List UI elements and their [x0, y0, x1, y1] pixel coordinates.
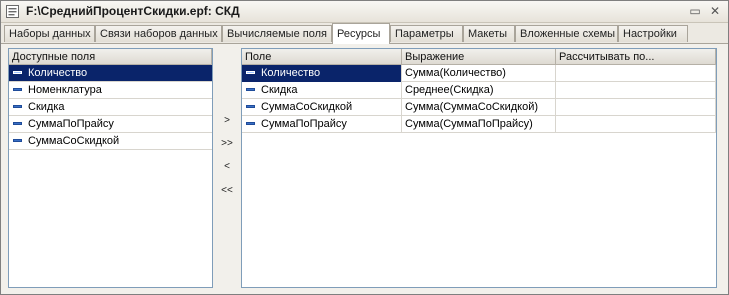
expression-cell[interactable]: Сумма(СуммаПоПрайсу) [402, 116, 556, 133]
available-field-row[interactable]: Номенклатура [9, 82, 212, 99]
field-cell[interactable]: Количество [242, 65, 402, 82]
column-header-field[interactable]: Поле [242, 49, 402, 65]
available-field-row[interactable]: СуммаПоПрайсу [9, 116, 212, 133]
available-field-label: Номенклатура [28, 84, 102, 96]
table-row[interactable]: Скидка Среднее(Скидка) [242, 82, 716, 99]
add-field-button[interactable]: > [219, 114, 235, 128]
available-fields-list[interactable]: Доступные поля Количество Номенклатура С… [8, 48, 213, 288]
title-bar: F:\СреднийПроцентСкидки.epf: СКД ▭ ✕ [1, 1, 728, 23]
column-header-expression[interactable]: Выражение [402, 49, 556, 65]
tab-nested-schemas[interactable]: Вложенные схемы [515, 25, 618, 42]
tab-resources[interactable]: Ресурсы [332, 23, 390, 44]
field-icon [13, 87, 22, 91]
window: F:\СреднийПроцентСкидки.epf: СКД ▭ ✕ Наб… [0, 0, 729, 295]
available-field-label: СуммаПоПрайсу [28, 118, 114, 130]
table-row[interactable]: СуммаСоСкидкой Сумма(СуммаСоСкидкой) [242, 99, 716, 116]
tab-data-set-links[interactable]: Связи наборов данных [95, 25, 222, 42]
close-icon[interactable]: ✕ [707, 4, 723, 18]
available-field-label: Скидка [28, 101, 65, 113]
available-field-label: Количество [28, 67, 88, 79]
field-icon [13, 70, 22, 74]
field-cell[interactable]: СуммаСоСкидкой [242, 99, 402, 116]
field-name: СуммаСоСкидкой [261, 101, 353, 113]
add-all-fields-button[interactable]: >> [219, 137, 235, 151]
calculate-by-cell[interactable] [556, 116, 716, 133]
resources-table[interactable]: Поле Выражение Рассчитывать по... Количе… [241, 48, 717, 288]
field-icon [13, 138, 22, 142]
field-icon [246, 87, 255, 91]
table-row[interactable]: Количество Сумма(Количество) [242, 65, 716, 82]
field-cell[interactable]: СуммаПоПрайсу [242, 116, 402, 133]
available-field-row[interactable]: Количество [9, 65, 212, 82]
minimize-icon[interactable]: ▭ [687, 4, 703, 18]
field-icon [13, 104, 22, 108]
calculate-by-cell[interactable] [556, 99, 716, 116]
field-icon [246, 70, 255, 74]
field-icon [13, 121, 22, 125]
column-header-calculate-by[interactable]: Рассчитывать по... [556, 49, 716, 65]
tab-strip: Наборы данных Связи наборов данных Вычис… [1, 23, 728, 44]
expression-cell[interactable]: Среднее(Скидка) [402, 82, 556, 99]
calculate-by-cell[interactable] [556, 82, 716, 99]
expression-cell[interactable]: Сумма(Количество) [402, 65, 556, 82]
app-icon [6, 5, 19, 18]
field-name: Количество [261, 67, 321, 79]
tab-settings[interactable]: Настройки [618, 25, 688, 42]
table-row[interactable]: СуммаПоПрайсу Сумма(СуммаПоПрайсу) [242, 116, 716, 133]
available-field-row[interactable]: СуммаСоСкидкой [9, 133, 212, 150]
window-title: F:\СреднийПроцентСкидки.epf: СКД [26, 4, 240, 18]
tab-parameters[interactable]: Параметры [390, 25, 463, 42]
remove-field-button[interactable]: < [219, 160, 235, 174]
tab-data-sets[interactable]: Наборы данных [4, 25, 95, 42]
calculate-by-cell[interactable] [556, 65, 716, 82]
available-field-row[interactable]: Скидка [9, 99, 212, 116]
field-name: Скидка [261, 84, 298, 96]
tab-templates[interactable]: Макеты [463, 25, 515, 42]
expression-cell[interactable]: Сумма(СуммаСоСкидкой) [402, 99, 556, 116]
field-icon [246, 104, 255, 108]
resources-page: Доступные поля Количество Номенклатура С… [1, 44, 728, 294]
field-cell[interactable]: Скидка [242, 82, 402, 99]
available-fields-header: Доступные поля [9, 49, 212, 65]
tab-calculated-fields[interactable]: Вычисляемые поля [222, 25, 332, 42]
available-field-label: СуммаСоСкидкой [28, 135, 120, 147]
field-icon [246, 121, 255, 125]
field-name: СуммаПоПрайсу [261, 118, 347, 130]
remove-all-fields-button[interactable]: << [219, 184, 235, 198]
